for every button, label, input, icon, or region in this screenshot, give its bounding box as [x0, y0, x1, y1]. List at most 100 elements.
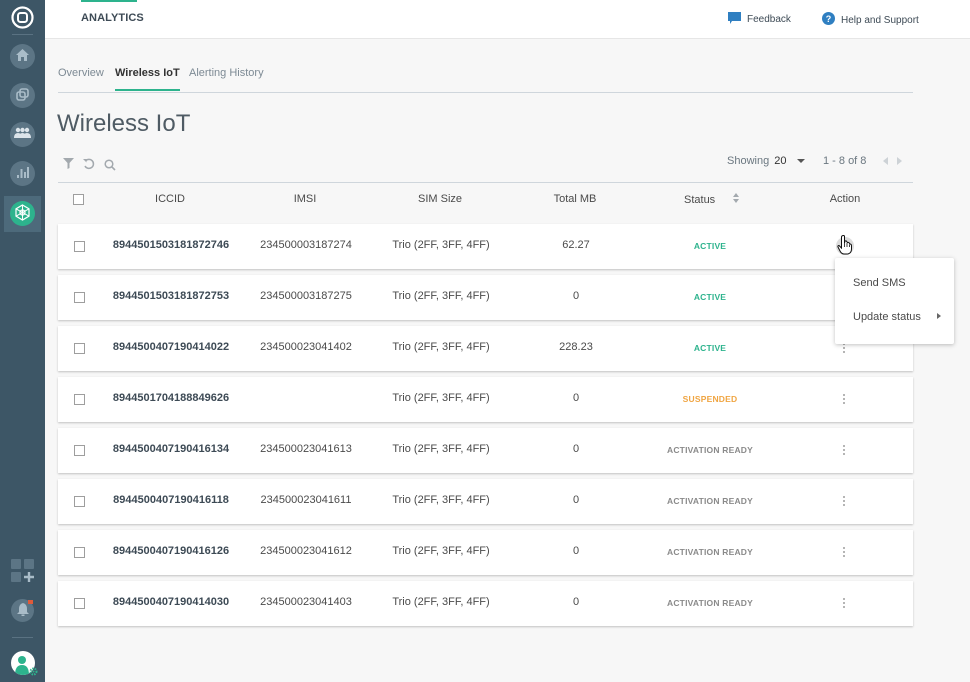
table-row[interactable]: 8944500407190414030 234500023041403 Trio… [58, 581, 913, 626]
row-checkbox[interactable] [74, 241, 85, 252]
status-badge: ACTIVATION READY [667, 598, 753, 608]
table-row[interactable]: 8944500407190414022 234500023041402 Trio… [58, 326, 913, 371]
more-actions-icon[interactable] [839, 441, 849, 459]
logo-icon[interactable] [11, 6, 34, 29]
chevron-down-icon[interactable] [797, 155, 806, 167]
iccid-cell: 8944501704188849626 [112, 392, 230, 404]
iccid-cell: 8944501503181872753 [112, 290, 230, 302]
sidebar [0, 0, 45, 682]
imsi-cell: 234500023041403 [260, 596, 352, 608]
sort-icon[interactable] [733, 193, 740, 206]
sidebar-item-users[interactable] [10, 122, 35, 147]
sidebar-item-iot[interactable] [4, 196, 41, 232]
iot-button[interactable] [10, 201, 35, 226]
status-badge: SUSPENDED [682, 394, 738, 404]
section-indicator [81, 0, 137, 2]
more-actions-icon[interactable] [839, 543, 849, 561]
status-badge: ACTIVATION READY [667, 445, 753, 455]
table-row[interactable]: 8944501704188849626 Trio (2FF, 3FF, 4FF)… [58, 377, 913, 422]
sidebar-item-add-widget[interactable] [11, 559, 35, 586]
imsi-cell: 234500023041613 [260, 443, 352, 455]
status-badge: ACTIVE [693, 343, 727, 353]
total-mb-cell: 0 [572, 443, 580, 455]
column-header-imsi: IMSI [293, 193, 317, 205]
page-size-select[interactable]: 20 [774, 155, 786, 167]
sim-size-cell: Trio (2FF, 3FF, 4FF) [392, 290, 490, 302]
link-icon [16, 87, 29, 104]
sidebar-divider [12, 637, 33, 638]
iccid-cell: 8944500407190414030 [112, 596, 230, 608]
status-badge: ACTIVATION READY [667, 496, 753, 506]
table-header: ICCID IMSI SIM Size Total MB Status Acti… [58, 183, 913, 217]
page-size-control: Showing 20 [727, 155, 806, 167]
row-checkbox[interactable] [74, 496, 85, 507]
total-mb-cell: 228.23 [559, 341, 593, 353]
table-row[interactable]: 8944501503181872753 234500003187275 Trio… [58, 275, 913, 320]
row-checkbox[interactable] [74, 292, 85, 303]
status-badge: ACTIVATION READY [667, 547, 753, 557]
total-mb-cell: 0 [572, 545, 580, 557]
table-row[interactable]: 8944500407190416118 234500023041611 Trio… [58, 479, 913, 524]
status-header-label: Status [684, 193, 716, 206]
feedback-link[interactable]: Feedback [728, 12, 791, 27]
row-checkbox[interactable] [74, 445, 85, 456]
more-actions-icon[interactable] [839, 594, 849, 612]
total-mb-cell: 0 [572, 392, 580, 404]
status-badge: ACTIVE [693, 292, 727, 302]
total-mb-cell: 0 [572, 290, 580, 302]
table-row[interactable]: 8944501503181872746 234500003187274 Trio… [58, 224, 913, 269]
sim-size-cell: Trio (2FF, 3FF, 4FF) [392, 239, 490, 251]
tab-alerting-history[interactable]: Alerting History [189, 67, 264, 87]
row-checkbox[interactable] [74, 598, 85, 609]
feedback-label: Feedback [747, 14, 791, 25]
notification-badge [28, 600, 33, 604]
sim-size-cell: Trio (2FF, 3FF, 4FF) [392, 443, 490, 455]
section-title: ANALYTICS [81, 12, 144, 24]
status-badge: ACTIVE [693, 241, 727, 251]
add-widget-icon [11, 559, 35, 586]
sidebar-item-devices[interactable] [10, 83, 35, 108]
prev-page-icon[interactable] [883, 156, 888, 168]
top-header: ANALYTICS Feedback ? Help and Support [45, 0, 970, 39]
column-header-status[interactable]: Status [684, 193, 740, 206]
search-icon[interactable] [104, 159, 116, 174]
imsi-cell: 234500023041612 [260, 545, 352, 557]
column-header-action: Action [829, 193, 861, 205]
iccid-cell: 8944500407190416134 [112, 443, 230, 455]
help-and-support-link[interactable]: ? Help and Support [822, 12, 919, 28]
imsi-cell: 234500003187274 [260, 239, 352, 251]
row-checkbox[interactable] [74, 394, 85, 405]
tab-overview[interactable]: Overview [58, 67, 104, 87]
sidebar-item-home[interactable] [10, 44, 35, 69]
row-checkbox[interactable] [74, 547, 85, 558]
bar-chart-icon [16, 166, 29, 181]
more-actions-icon[interactable] [839, 492, 849, 510]
chevron-right-icon [937, 313, 941, 319]
table-row[interactable]: 8944500407190416134 234500023041613 Trio… [58, 428, 913, 473]
hand-cursor-icon [837, 235, 853, 258]
row-checkbox[interactable] [74, 343, 85, 354]
total-mb-cell: 0 [572, 596, 580, 608]
home-icon [16, 49, 29, 64]
menu-item-send-sms[interactable]: Send SMS [853, 277, 906, 289]
tab-bar: Overview Wireless IoT Alerting History [58, 62, 913, 93]
menu-item-update-status[interactable]: Update status [853, 311, 921, 323]
table-row[interactable]: 8944500407190416126 234500023041612 Trio… [58, 530, 913, 575]
tab-wireless-iot[interactable]: Wireless IoT [115, 67, 180, 91]
iccid-cell: 8944500407190416118 [113, 494, 229, 506]
more-actions-icon[interactable] [839, 390, 849, 408]
reset-icon[interactable] [83, 158, 95, 173]
select-all-checkbox[interactable] [73, 194, 84, 205]
network-icon [14, 203, 31, 224]
users-icon [14, 127, 31, 142]
help-icon: ? [822, 12, 835, 28]
table-toolbar [63, 156, 116, 174]
column-header-iccid: ICCID [155, 193, 185, 205]
total-mb-cell: 62.27 [562, 239, 590, 251]
settings-gear-icon [29, 667, 38, 679]
pagination-controls [883, 156, 902, 168]
svg-text:?: ? [826, 14, 832, 24]
filter-icon[interactable] [63, 158, 74, 172]
sidebar-item-analytics[interactable] [10, 161, 35, 186]
next-page-icon[interactable] [897, 156, 902, 168]
